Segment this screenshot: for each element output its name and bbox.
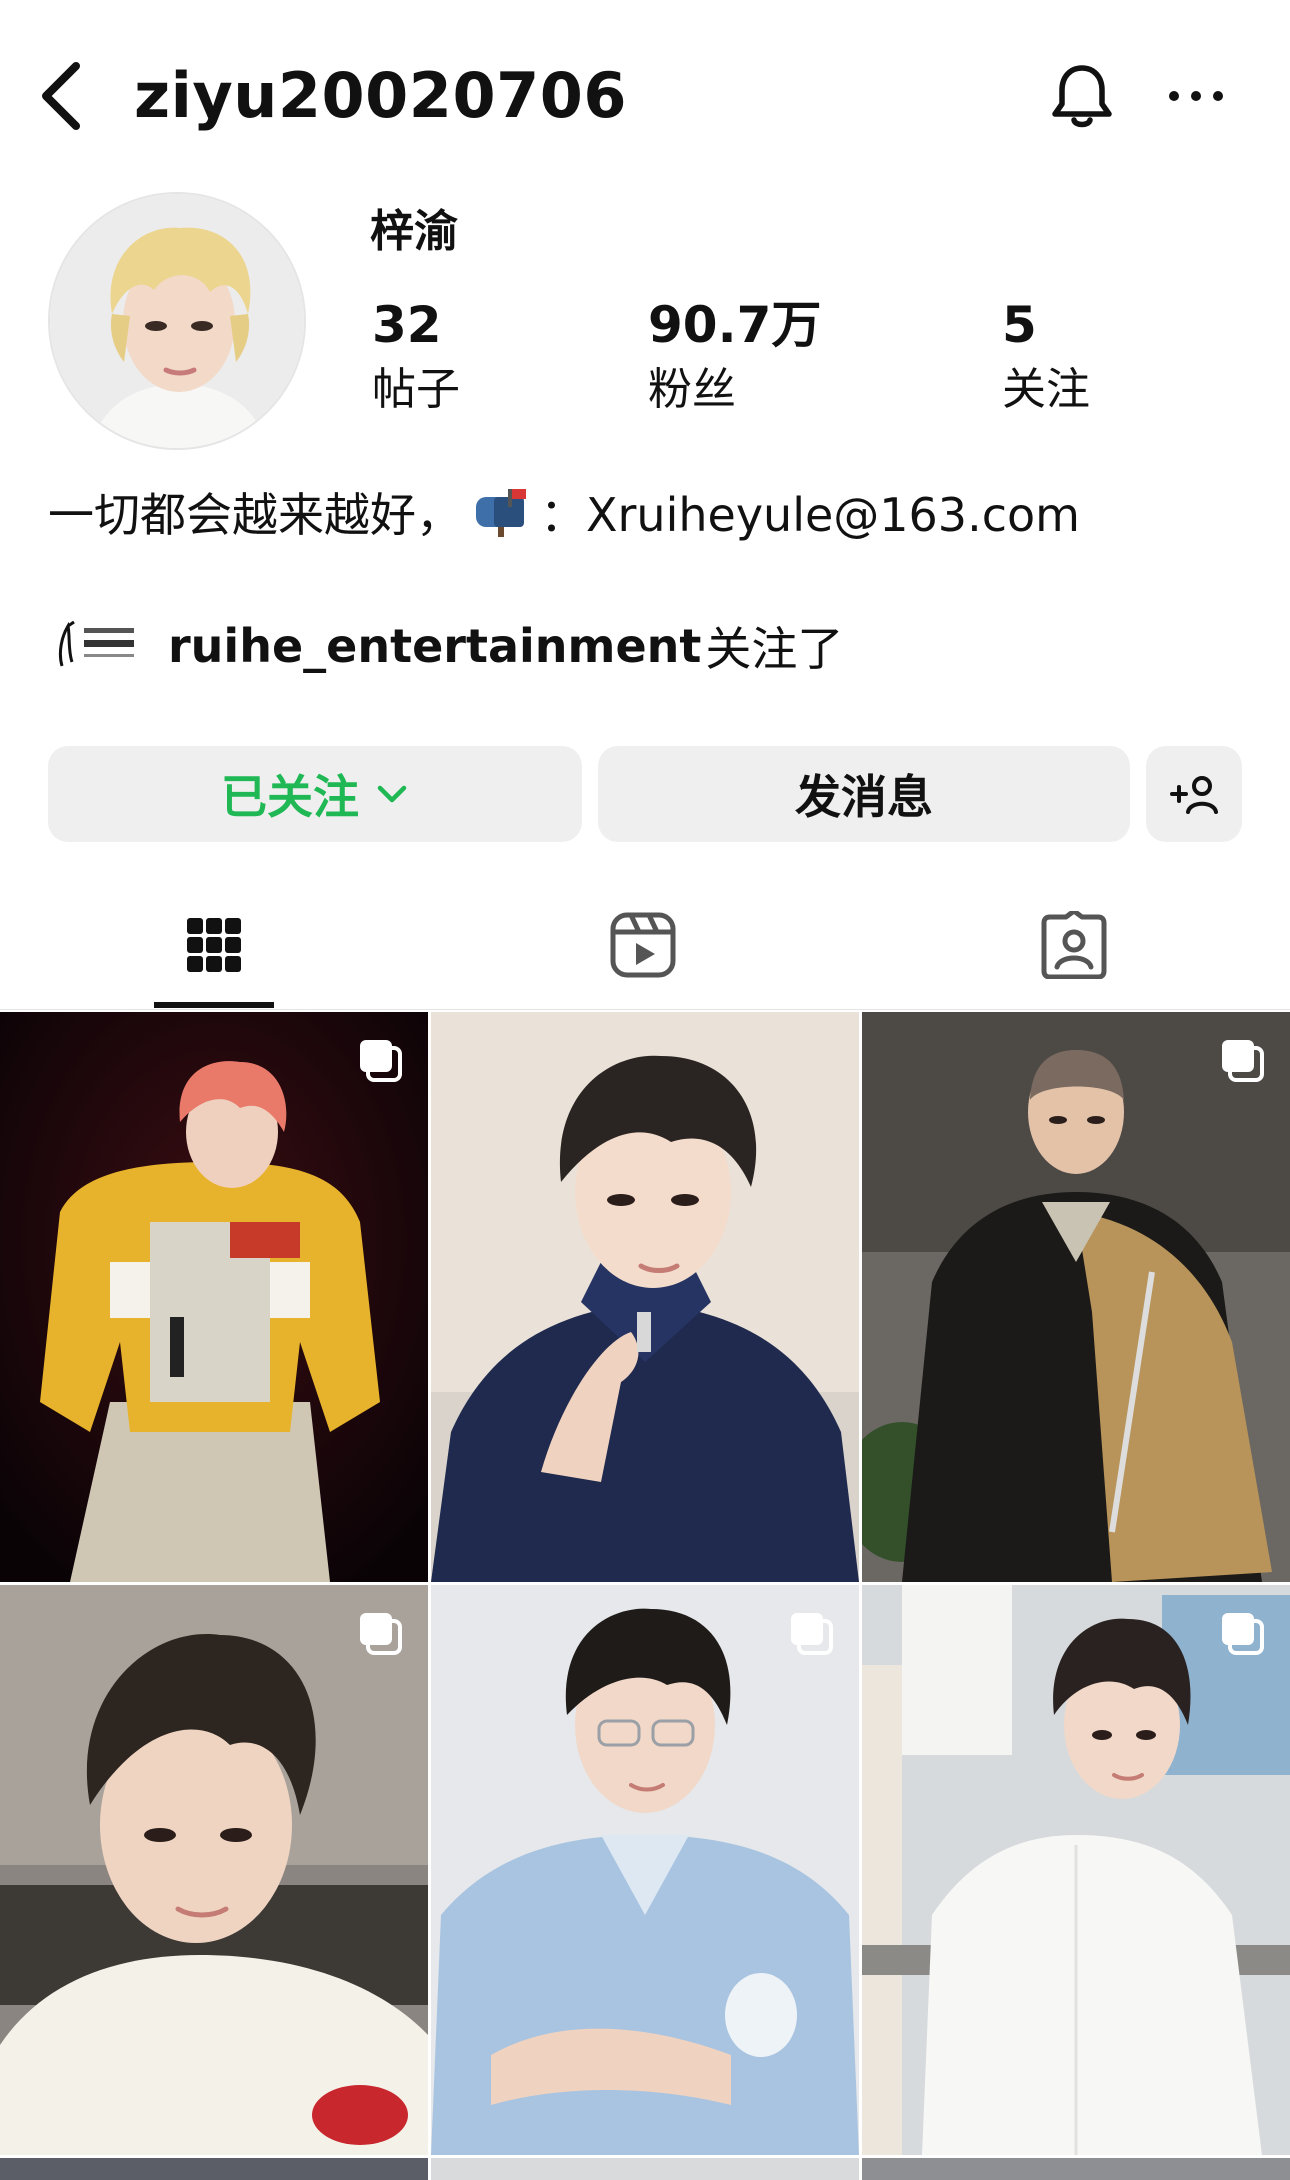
reels-icon (610, 912, 676, 978)
post-thumbnail[interactable] (0, 1012, 428, 1582)
profile-bio: 一切都会越来越好， ：Xruiheyule@163.com (48, 484, 1080, 546)
post-photo (0, 1585, 428, 2155)
more-horizontal-icon (1169, 91, 1223, 101)
profile-avatar[interactable] (48, 192, 306, 450)
grid-icon (187, 918, 241, 972)
post-thumbnail[interactable] (431, 2158, 859, 2180)
avatar-photo (50, 194, 304, 448)
profile-tabs (0, 880, 1290, 1010)
message-button-label: 发消息 (795, 770, 933, 824)
post-photo (0, 1012, 428, 1582)
following-label: 关注 (1002, 364, 1090, 415)
post-thumbnail[interactable] (862, 1585, 1290, 2155)
multi-photo-icon (356, 1036, 406, 1086)
followers-stat[interactable]: 90.7万 粉丝 (648, 294, 821, 420)
tab-tagged[interactable] (1014, 880, 1134, 1010)
multi-photo-icon (1218, 1036, 1268, 1086)
following-button[interactable]: 已关注 (48, 746, 582, 842)
bio-email[interactable]: ：Xruiheyule@163.com (540, 488, 1080, 542)
post-photo (431, 1585, 859, 2155)
bio-text: 一切都会越来越好， (48, 488, 462, 542)
ruihe-logo-icon (48, 612, 140, 680)
post-photo (862, 1585, 1290, 2155)
add-user-button[interactable] (1146, 746, 1242, 842)
active-tab-indicator (154, 1002, 274, 1008)
post-photo (431, 1012, 859, 1582)
display-name: 梓渝 (370, 206, 458, 257)
notifications-button[interactable] (1046, 60, 1118, 132)
post-thumbnail[interactable] (431, 1012, 859, 1582)
tab-reels[interactable] (583, 880, 703, 1010)
back-button[interactable] (34, 58, 90, 134)
bell-icon (1052, 65, 1112, 128)
posts-stat[interactable]: 32 帖子 (372, 294, 460, 420)
post-thumbnail[interactable] (431, 1585, 859, 2155)
followers-label: 粉丝 (648, 364, 736, 415)
mailbox-icon (472, 485, 534, 537)
posts-grid (0, 1012, 1290, 2180)
posts-count: 32 (372, 296, 442, 354)
post-thumbnail[interactable] (862, 1012, 1290, 1582)
multi-photo-icon (787, 1609, 837, 1659)
chevron-down-icon (377, 785, 407, 803)
post-thumbnail[interactable] (0, 2158, 428, 2180)
followed-by[interactable]: ruihe_entertainment 关注了 (48, 612, 843, 680)
profile-header: ziyu20020706 (0, 0, 1290, 190)
message-button[interactable]: 发消息 (598, 746, 1130, 842)
following-stat[interactable]: 5 关注 (1002, 294, 1090, 420)
following-count: 5 (1002, 296, 1037, 354)
followed-by-suffix: 关注了 (705, 622, 844, 676)
chevron-left-icon (42, 62, 80, 130)
tagged-icon (1041, 911, 1107, 979)
multi-photo-icon (1218, 1609, 1268, 1659)
multi-photo-icon (356, 1609, 406, 1659)
followers-count: 90.7万 (648, 296, 822, 354)
followed-by-username[interactable]: ruihe_entertainment (168, 619, 701, 673)
post-thumbnail[interactable] (0, 1585, 428, 2155)
tab-posts-grid[interactable] (154, 880, 274, 1010)
following-button-label: 已关注 (221, 770, 359, 824)
posts-label: 帖子 (372, 364, 460, 415)
add-user-icon (1170, 776, 1218, 814)
profile-username: ziyu20020706 (134, 59, 628, 132)
post-thumbnail[interactable] (862, 2158, 1290, 2180)
post-photo (862, 1012, 1290, 1582)
more-options-button[interactable] (1160, 80, 1232, 112)
